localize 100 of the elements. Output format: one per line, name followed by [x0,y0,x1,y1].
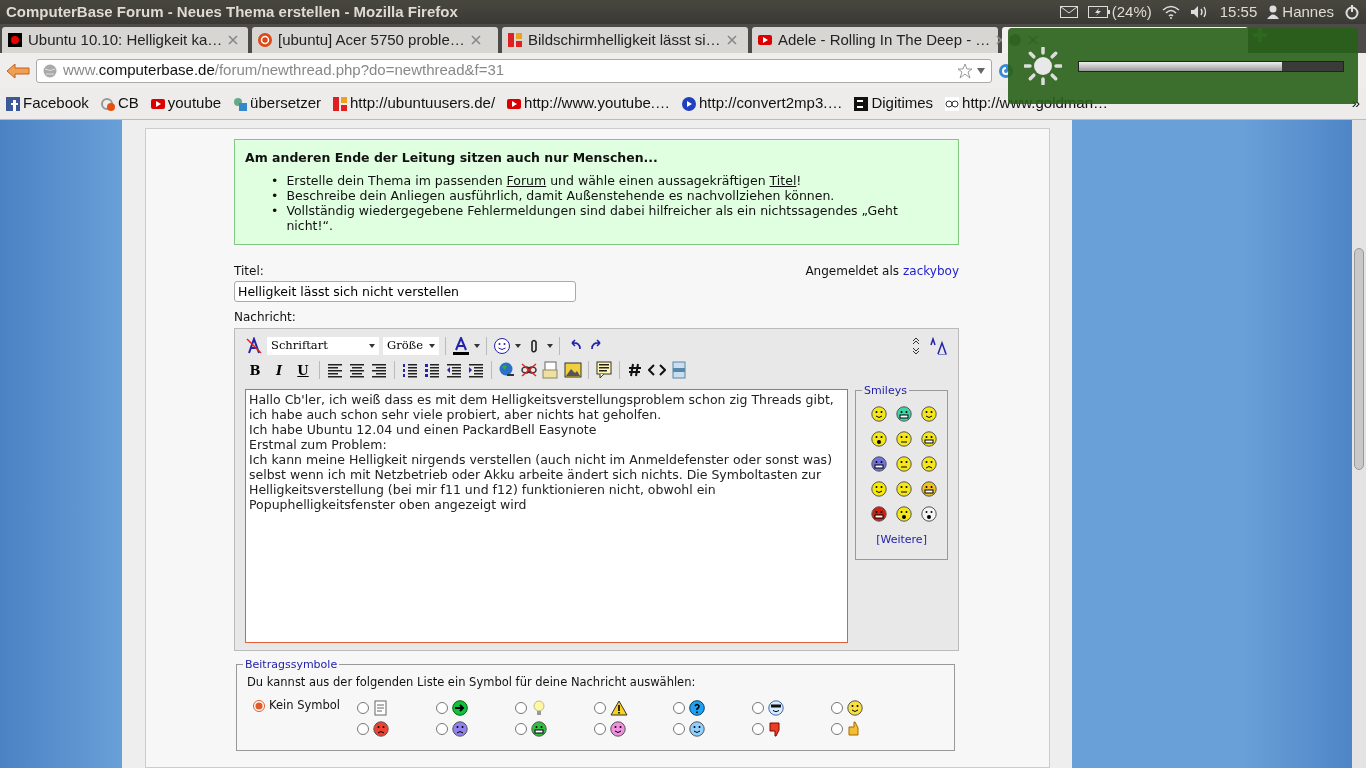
unlink-icon[interactable] [520,361,538,379]
browser-tab[interactable]: Ubuntu 10.10: Helligkeit ka… [2,27,248,53]
smiley-icon[interactable] [895,506,912,522]
radio-button[interactable] [594,722,606,735]
smiley-icon[interactable] [610,720,626,737]
bookmark-favicon-icon[interactable] [945,96,960,111]
smiley-icon[interactable] [870,506,887,522]
user-name[interactable]: Hannes [1282,0,1334,24]
bullet-list-icon[interactable] [423,361,441,379]
radio-button[interactable] [436,701,448,714]
smiley-icon[interactable] [870,406,887,422]
align-center-icon[interactable] [348,361,366,379]
image-icon[interactable] [564,361,582,379]
smiley-icon[interactable] [531,720,547,737]
smiley-icon[interactable] [895,481,912,497]
radio-button[interactable] [436,722,448,735]
smiley-icon[interactable] [870,456,887,472]
bookmark-link[interactable]: http://ubuntuusers.de/ [350,92,496,115]
smiley-icon[interactable] [373,720,389,737]
clock[interactable]: 15:55 [1219,0,1258,24]
indent-icon[interactable] [467,361,485,379]
inline-link[interactable]: Forum [506,173,547,188]
radio-button[interactable] [752,701,764,714]
text-color-icon[interactable] [452,337,470,355]
smiley-icon[interactable] [847,699,863,716]
radio-button[interactable] [515,722,527,735]
message-field[interactable]: Hallo Cb'ler, ich weiß dass es mit dem Helligkeitsverstellungsproblem schon zig Threads gibt, ich habe auch schon sehr viele probiert, aber nichts hat geholfen. Ich habe Ubuntu 12.04 und einen PackardBell Easynote Erstmal zum Problem: Ich kann meine Helligkeit nirgends verstellen (auch nicht im Anmeldefenster oder sonst was) selbst wenn ich mit Netzbetrieb oder Akku arbeite ändert sich nichts. Die Symboltasten zur Helligkeitsverstellung (bei mir f11 und f12) funktionieren nicht, obwohl ein Popuphelligkeitsfenster oben angezeigt wird [245,389,849,643]
radio-button[interactable] [752,722,764,735]
power-icon[interactable] [1344,4,1360,20]
radio-button[interactable] [357,722,369,735]
bookmark-link[interactable]: http://www.youtube.… [524,92,670,115]
caret-icon[interactable] [429,344,435,348]
battery-icon[interactable] [1087,6,1110,18]
radio-button[interactable] [831,722,843,735]
quote-icon[interactable] [595,361,613,379]
radio-button[interactable] [673,701,685,714]
bookmark-favicon-icon[interactable] [6,96,20,111]
smiley-icon[interactable] [895,456,912,472]
smiley-icon[interactable] [920,481,937,497]
browser-tab[interactable]: Bildschirmhelligkeit lässt si… [502,27,748,53]
bookmark-favicon-icon[interactable] [682,96,696,111]
align-right-icon[interactable] [370,361,388,379]
caret-icon[interactable] [547,344,553,348]
remove-format-icon[interactable] [245,337,263,355]
align-left-icon[interactable] [326,361,344,379]
lightbulb-icon [531,699,547,716]
star-icon[interactable] [957,62,973,79]
smiley-icon[interactable] [895,431,912,447]
bookmark-link[interactable]: youtube [167,92,222,115]
smiley-icon[interactable] [870,431,887,447]
bold-button[interactable]: B [245,360,265,380]
caret-icon[interactable] [515,344,521,348]
browser-tab[interactable]: [ubuntu] Acer 5750 proble… [252,27,498,53]
smiley-icon[interactable] [689,720,705,737]
logged-in-label: Angemeldet als [805,263,900,280]
hash-icon[interactable] [626,361,644,379]
radio-button[interactable] [831,701,843,714]
smiley-icon[interactable] [920,506,937,522]
globe-link-icon[interactable] [498,361,516,379]
bookmark-link[interactable]: Facebook [23,92,89,115]
user-icon[interactable] [1267,5,1280,19]
radio-button[interactable] [253,699,265,712]
more-smileys-link[interactable]: [Weitere] [876,533,927,546]
radio-button[interactable] [673,722,685,735]
scrollbar-thumb[interactable] [1354,248,1364,470]
inline-link[interactable]: Titel [769,173,797,188]
caret-icon[interactable] [474,344,480,348]
caret-icon[interactable] [977,67,985,74]
field-label: Titel: [234,263,264,280]
radio-button[interactable] [357,701,369,714]
smiley-icon[interactable] [493,337,511,355]
dropdown[interactable]: Größe [383,337,439,355]
smiley-icon[interactable] [870,481,887,497]
smiley-icon[interactable] [920,431,937,447]
bookmark-favicon-icon[interactable] [854,96,869,111]
outdent-icon[interactable] [445,361,463,379]
address-bar[interactable]: www.computerbase.de/forum/newthread.php?do=newthread&f=31 [36,58,992,83]
bookmark-link[interactable]: Digitimes [871,92,934,115]
username-link[interactable]: zackyboy [903,262,959,280]
radio-button[interactable] [515,701,527,714]
mail-icon[interactable] [1059,6,1078,18]
radio-button[interactable] [594,701,606,714]
italic-button[interactable]: I [269,360,289,380]
wifi-icon[interactable] [1161,5,1180,19]
bookmark-link[interactable]: übersetzer [250,92,321,115]
bookmark-link[interactable]: http://convert2mp3.… [699,92,843,115]
underline-button[interactable]: U [293,360,313,380]
resize-arrows-icon[interactable] [912,337,920,355]
caret-icon[interactable] [369,344,375,348]
dropdown[interactable]: Schriftart [267,337,379,355]
smiley-icon[interactable] [895,406,912,422]
switch-mode-icon[interactable] [930,337,948,355]
numbered-list-icon[interactable] [401,361,419,379]
scrollbar[interactable] [1352,120,1366,768]
smiley-icon[interactable] [452,720,468,737]
bookmark-link[interactable]: CB [117,92,139,115]
title-field[interactable]: Helligkeit lässt sich nicht verstellen [234,281,576,302]
smiley-icon[interactable] [920,406,937,422]
smiley-icon[interactable] [920,456,937,472]
back-arrow-icon[interactable] [6,62,30,79]
